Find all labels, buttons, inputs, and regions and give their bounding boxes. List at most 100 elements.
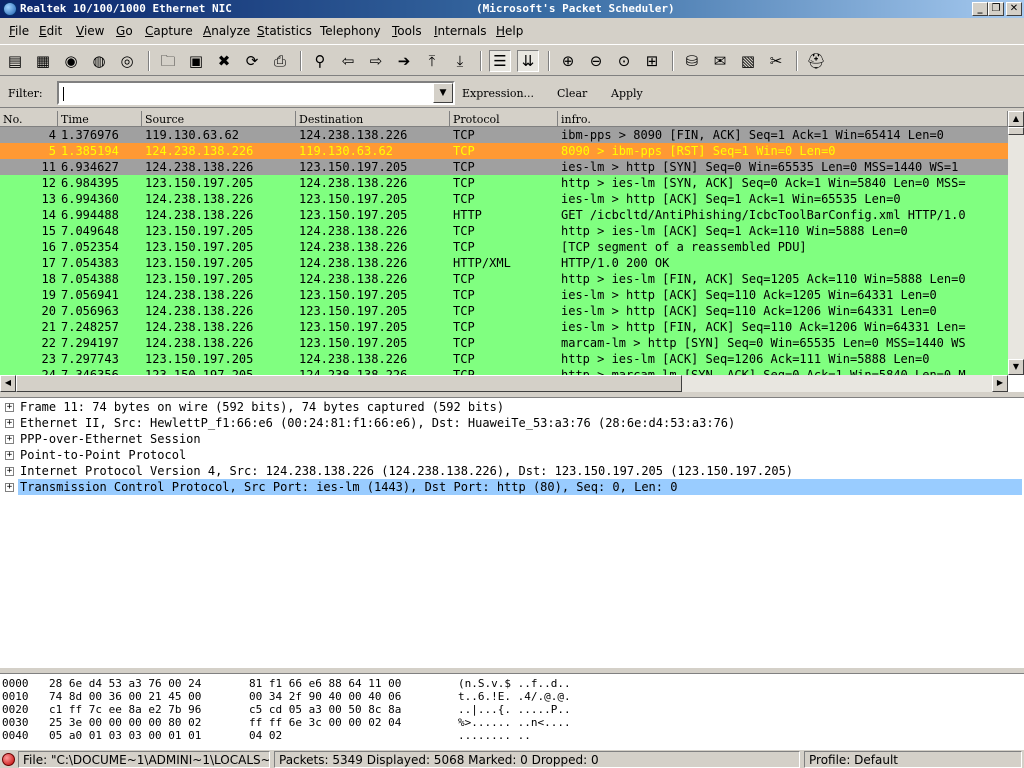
bytes-line[interactable]: 0020 c1 ff 7c ee 8a e2 7b 96 c5 cd 05 a3 0… [0,703,1024,716]
menu-help[interactable]: Help [496,24,523,38]
expand-plus-icon[interactable]: + [5,403,14,412]
stop-capture-icon[interactable]: ◍ [88,50,110,72]
column-header-time[interactable]: Time [58,111,142,127]
packet-row[interactable]: 17 7.054383 123.150.197.205 124.238.138.226… [0,255,1008,271]
vertical-scroll-thumb[interactable] [1008,127,1024,135]
expand-plus-icon[interactable]: + [5,483,14,492]
packet-source: 124.238.138.226 [145,304,254,318]
expression-button[interactable]: Expression... [462,87,534,100]
expert-info-icon[interactable] [2,753,15,766]
colorize-icon[interactable]: ☰ [489,50,511,72]
packet-row[interactable]: 20 7.056963 124.238.138.226 123.150.197.205… [0,303,1008,319]
detail-tree-item[interactable]: + Internet Protocol Version 4, Src: 124.2… [0,463,1024,479]
packet-row[interactable]: 14 6.994488 124.238.138.226 123.150.197.205… [0,207,1008,223]
packet-row[interactable]: 24 7.346356 123.150.197.205 124.238.138.226… [0,367,1008,375]
packet-list-pane: No. Time Source Destination Protocol inf… [0,111,1024,392]
packet-row[interactable]: 13 6.994360 124.238.138.226 123.150.197.205… [0,191,1008,207]
preferences-icon[interactable]: ✂ [765,50,787,72]
menu-analyze[interactable]: Analyze [203,24,250,38]
packet-row[interactable]: 5 1.385194 124.238.138.226 119.130.63.62 TCP… [0,143,1008,159]
menu-view[interactable]: View [76,24,104,38]
zoom-in-icon[interactable]: ⊕ [557,50,579,72]
detail-tree-item[interactable]: + Frame 11: 74 bytes on wire (592 bits), … [0,399,1024,415]
go-to-packet-icon[interactable]: ➔ [393,50,415,72]
packet-row[interactable]: 12 6.984395 123.150.197.205 124.238.138.226… [0,175,1008,191]
horizontal-scroll-thumb[interactable] [16,375,682,392]
expand-plus-icon[interactable]: + [5,435,14,444]
packet-row[interactable]: 23 7.297743 123.150.197.205 124.238.138.226… [0,351,1008,367]
menu-label: elp [505,24,524,38]
capture-filters-icon[interactable]: ⛁ [681,50,703,72]
column-header-no[interactable]: No. [0,111,58,127]
scroll-left-button[interactable]: ◀ [0,375,16,392]
display-filters-icon[interactable]: ✉ [709,50,731,72]
close-button[interactable]: ✕ [1006,2,1022,16]
packet-row[interactable]: 19 7.056941 124.238.138.226 123.150.197.205… [0,287,1008,303]
zoom-out-icon[interactable]: ⊖ [585,50,607,72]
scroll-down-button[interactable]: ▼ [1008,359,1024,375]
menu-telephony[interactable]: Telephony [320,24,381,38]
scroll-up-button[interactable]: ▲ [1008,111,1024,127]
packet-list-horizontal-scrollbar[interactable]: ◀ ▶ [0,375,1008,392]
menu-statistics[interactable]: Statistics [257,24,312,38]
maximize-button[interactable]: ❐ [988,2,1004,16]
packet-row[interactable]: 15 7.049648 123.150.197.205 124.238.138.226… [0,223,1008,239]
find-packet-icon[interactable]: ⚲ [309,50,331,72]
column-header-source[interactable]: Source [142,111,296,127]
status-profile[interactable]: Profile: Default [804,751,1022,768]
go-last-icon[interactable]: ⤓ [449,50,471,72]
column-header-destination[interactable]: Destination [296,111,450,127]
filter-history-dropdown[interactable]: ▼ [433,83,453,103]
bytes-line[interactable]: 0030 25 3e 00 00 00 00 80 02 ff ff 6e 3c 0… [0,716,1024,729]
expand-plus-icon[interactable]: + [5,467,14,476]
help-icon[interactable]: ⛑ [805,50,827,72]
filter-input[interactable] [57,81,455,105]
menu-tools[interactable]: Tools [392,24,422,38]
open-file-icon[interactable]: 🗀 [157,50,179,72]
menu-internals[interactable]: Internals [434,24,487,38]
detail-tree-item[interactable]: + Transmission Control Protocol, Src Port… [0,479,1024,495]
restart-capture-icon[interactable]: ◎ [116,50,138,72]
capture-options-icon[interactable]: ▦ [32,50,54,72]
minimize-button[interactable]: _ [972,2,988,16]
expand-plus-icon[interactable]: + [5,451,14,460]
menu-capture[interactable]: Capture [145,24,193,38]
interface-list-icon[interactable]: ▤ [4,50,26,72]
bytes-line[interactable]: 0010 74 8d 00 36 00 21 45 00 00 34 2f 90 4… [0,690,1024,703]
apply-button[interactable]: Apply [611,87,643,100]
resize-columns-icon[interactable]: ⊞ [641,50,663,72]
print-icon[interactable]: ⎙ [269,50,291,72]
menu-file[interactable]: File [9,24,29,38]
save-file-icon[interactable]: ▣ [185,50,207,72]
scroll-right-button[interactable]: ▶ [992,375,1008,392]
detail-tree-item[interactable]: + Point-to-Point Protocol [0,447,1024,463]
clear-button[interactable]: Clear [557,87,587,100]
start-capture-icon[interactable]: ◉ [60,50,82,72]
column-header-info[interactable]: infro. [558,111,1008,127]
go-forward-icon[interactable]: ⇨ [365,50,387,72]
packet-protocol: TCP [453,144,475,158]
detail-tree-item[interactable]: + PPP-over-Ethernet Session [0,431,1024,447]
menu-go[interactable]: Go [116,24,133,38]
reload-icon[interactable]: ⟳ [241,50,263,72]
column-header-protocol[interactable]: Protocol [450,111,558,127]
expand-plus-icon[interactable]: + [5,419,14,428]
normal-size-icon[interactable]: ⊙ [613,50,635,72]
packet-list-vertical-scrollbar[interactable]: ▲ ▼ [1008,111,1024,375]
auto-scroll-icon[interactable]: ⇊ [517,50,539,72]
packet-row[interactable]: 18 7.054388 123.150.197.205 124.238.138.226… [0,271,1008,287]
packet-protocol: TCP [453,352,475,366]
go-first-icon[interactable]: ⤒ [421,50,443,72]
packet-row[interactable]: 16 7.052354 123.150.197.205 124.238.138.226… [0,239,1008,255]
packet-row[interactable]: 4 1.376976 119.130.63.62 124.238.138.226 TCP… [0,127,1008,143]
detail-tree-item[interactable]: + Ethernet II, Src: HewlettP_f1:66:e6 (00… [0,415,1024,431]
bytes-line[interactable]: 0000 28 6e d4 53 a3 76 00 24 81 f1 66 e6 8… [0,677,1024,690]
menu-edit[interactable]: Edit [39,24,62,38]
packet-row[interactable]: 22 7.294197 124.238.138.226 123.150.197.205… [0,335,1008,351]
bytes-line[interactable]: 0040 05 a0 01 03 03 00 01 01 04 02........… [0,729,1024,742]
coloring-rules-icon[interactable]: ▧ [737,50,759,72]
packet-row[interactable]: 21 7.248257 124.238.138.226 123.150.197.205… [0,319,1008,335]
packet-row[interactable]: 11 6.934627 124.238.138.226 123.150.197.205… [0,159,1008,175]
close-file-icon[interactable]: ✖ [213,50,235,72]
go-back-icon[interactable]: ⇦ [337,50,359,72]
